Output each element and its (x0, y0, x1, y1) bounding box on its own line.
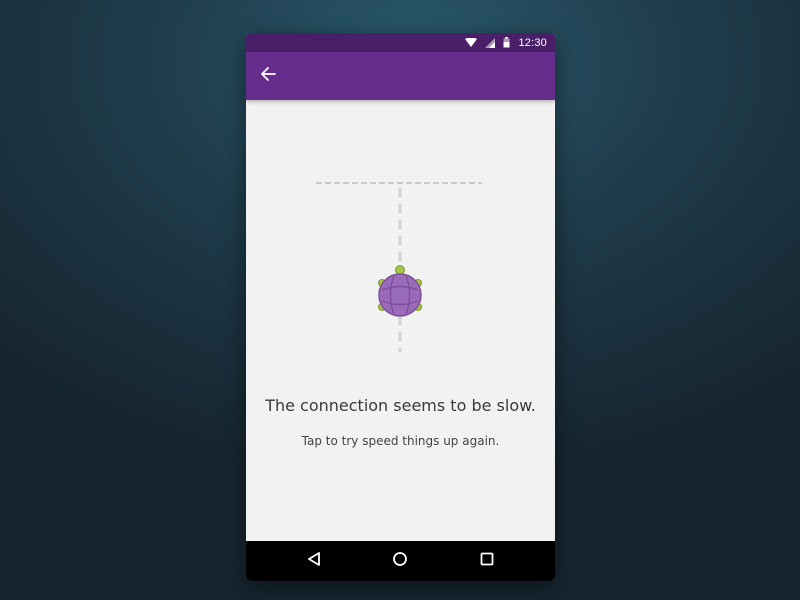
headline: The connection seems to be slow. (265, 396, 536, 415)
app-bar (246, 52, 555, 100)
signal-icon (485, 37, 496, 48)
nav-recents-button[interactable] (475, 549, 499, 573)
status-bar: 12:30 (246, 33, 555, 52)
nav-home-button[interactable] (388, 549, 412, 573)
phone-screen: 12:30 The connection seems to be slow. T… (246, 33, 555, 581)
back-button[interactable] (254, 62, 282, 90)
battery-icon (503, 37, 510, 48)
home-circle-icon (392, 551, 408, 572)
slow-connection-illustration (316, 182, 482, 352)
wifi-icon (465, 37, 478, 48)
arrow-left-icon (260, 66, 276, 87)
nav-back-button[interactable] (302, 549, 326, 573)
retry-area[interactable]: The connection seems to be slow. Tap to … (246, 100, 555, 541)
retry-hint: Tap to try speed things up again. (301, 434, 500, 448)
recents-square-icon (480, 552, 494, 571)
status-time: 12:30 (518, 36, 547, 49)
turtle-icon (378, 265, 422, 317)
back-triangle-icon (307, 551, 321, 571)
nav-bar (246, 541, 555, 581)
status-icons: 12:30 (465, 33, 547, 52)
